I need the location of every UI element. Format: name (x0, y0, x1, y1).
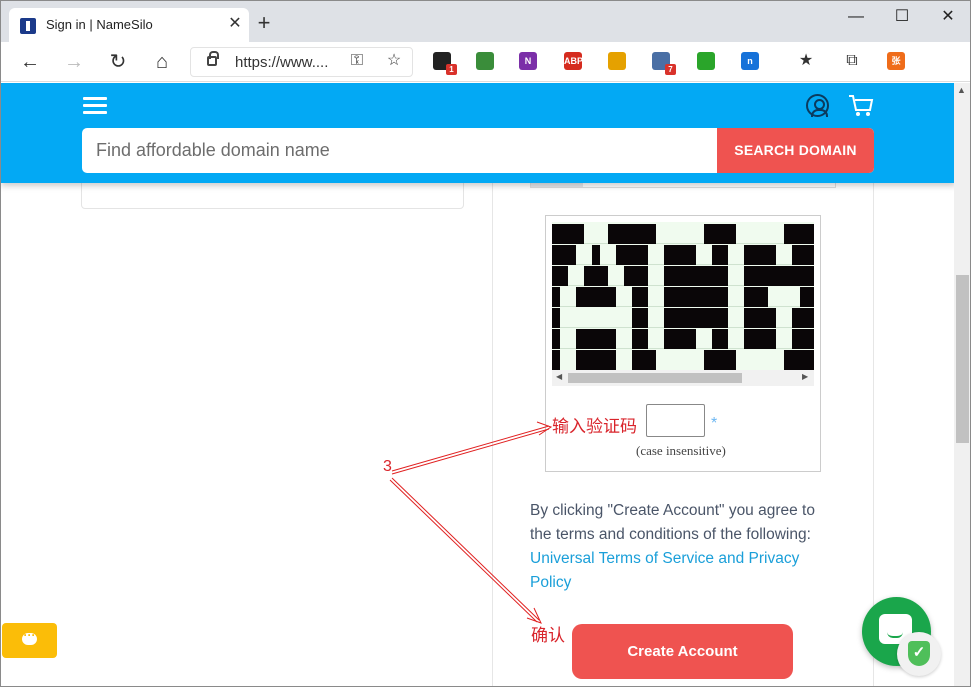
shopping-cart-icon[interactable] (848, 94, 874, 118)
browser-window: Sign in | NameSilo ✕ + — ☐ ✕ ← → ↻ ⌂ htt… (0, 0, 971, 687)
favorite-star-icon[interactable]: ☆ (383, 50, 405, 72)
hamburger-menu-icon[interactable] (83, 97, 107, 115)
home-icon[interactable]: ⌂ (149, 49, 175, 75)
collections-icon[interactable]: ⧉ (841, 50, 863, 72)
extension-n-icon[interactable]: n (741, 52, 759, 70)
captcha-image (552, 222, 814, 370)
column-divider (492, 183, 493, 686)
onenote-icon[interactable]: N (519, 52, 537, 70)
user-account-icon[interactable] (806, 94, 829, 117)
maximize-button[interactable]: ☐ (879, 4, 925, 32)
browser-tab[interactable]: Sign in | NameSilo ✕ (9, 8, 249, 42)
url-text[interactable]: https://www.... (235, 54, 328, 71)
extension-cat-icon[interactable] (608, 52, 626, 70)
annotation-step-number: 3 (383, 458, 392, 475)
browser-toolbar: ← → ↻ ⌂ https://www.... ⚿ ☆ 1 N ABP 7 n 张 ★ ⧉ (1, 42, 970, 82)
captcha-horizontal-scrollbar[interactable]: ◀ ▶ (552, 370, 814, 386)
page-vertical-scrollbar[interactable]: ▲ (954, 83, 970, 686)
annotation-confirm: 确认 (531, 626, 565, 645)
feedback-chat-button[interactable] (2, 623, 57, 658)
captcha-panel: ◀ ▶ 输入验证码 * (case insensitive) (545, 215, 821, 472)
extension-globe-icon[interactable] (476, 52, 494, 70)
annotation-enter-captcha: 输入验证码 (552, 417, 637, 436)
close-window-button[interactable]: ✕ (925, 4, 970, 32)
terms-of-service-link[interactable]: Universal Terms of Service and Privacy P… (530, 547, 840, 595)
back-icon[interactable]: ← (17, 49, 43, 75)
extension-badge: 7 (665, 64, 676, 75)
new-tab-button[interactable]: + (253, 12, 275, 35)
terms-text: By clicking "Create Account" you agree t… (530, 502, 815, 543)
domain-search-bar: SEARCH DOMAIN (82, 128, 874, 173)
title-bar: Sign in | NameSilo ✕ + — ☐ ✕ (1, 1, 970, 42)
refresh-icon[interactable]: ↻ (105, 49, 131, 75)
case-insensitive-note: (case insensitive) (636, 443, 726, 458)
domain-search-input[interactable] (82, 128, 717, 173)
captcha-input[interactable] (646, 404, 705, 437)
forward-icon[interactable]: → (61, 49, 87, 75)
extension-cube-icon[interactable]: 1 (433, 52, 457, 75)
page-viewport: ◀ ▶ 输入验证码 * (case insensitive) By clicki… (1, 83, 956, 686)
required-marker: * (711, 415, 718, 432)
minimize-button[interactable]: — (833, 4, 879, 32)
scrollbar-thumb[interactable] (956, 275, 969, 443)
extension-puzzle-icon[interactable]: 7 (652, 52, 676, 75)
tab-title: Sign in | NameSilo (46, 17, 153, 32)
site-header: SEARCH DOMAIN (1, 83, 956, 183)
address-bar[interactable]: https://www.... (190, 47, 413, 77)
tab-close-icon[interactable]: ✕ (225, 14, 245, 34)
create-account-button[interactable]: Create Account (572, 624, 793, 679)
favorites-list-icon[interactable]: ★ (795, 50, 817, 72)
key-icon[interactable]: ⚿ (346, 50, 368, 72)
namesilo-favicon-icon (20, 18, 36, 34)
search-domain-button[interactable]: SEARCH DOMAIN (717, 128, 874, 173)
lock-icon[interactable] (207, 51, 219, 66)
tv-icon[interactable] (697, 52, 715, 70)
extension-zhang-icon[interactable]: 张 (887, 52, 905, 70)
adblock-plus-icon[interactable]: ABP (564, 52, 583, 70)
security-shield-icon[interactable] (897, 632, 941, 676)
extension-badge: 1 (446, 64, 457, 75)
